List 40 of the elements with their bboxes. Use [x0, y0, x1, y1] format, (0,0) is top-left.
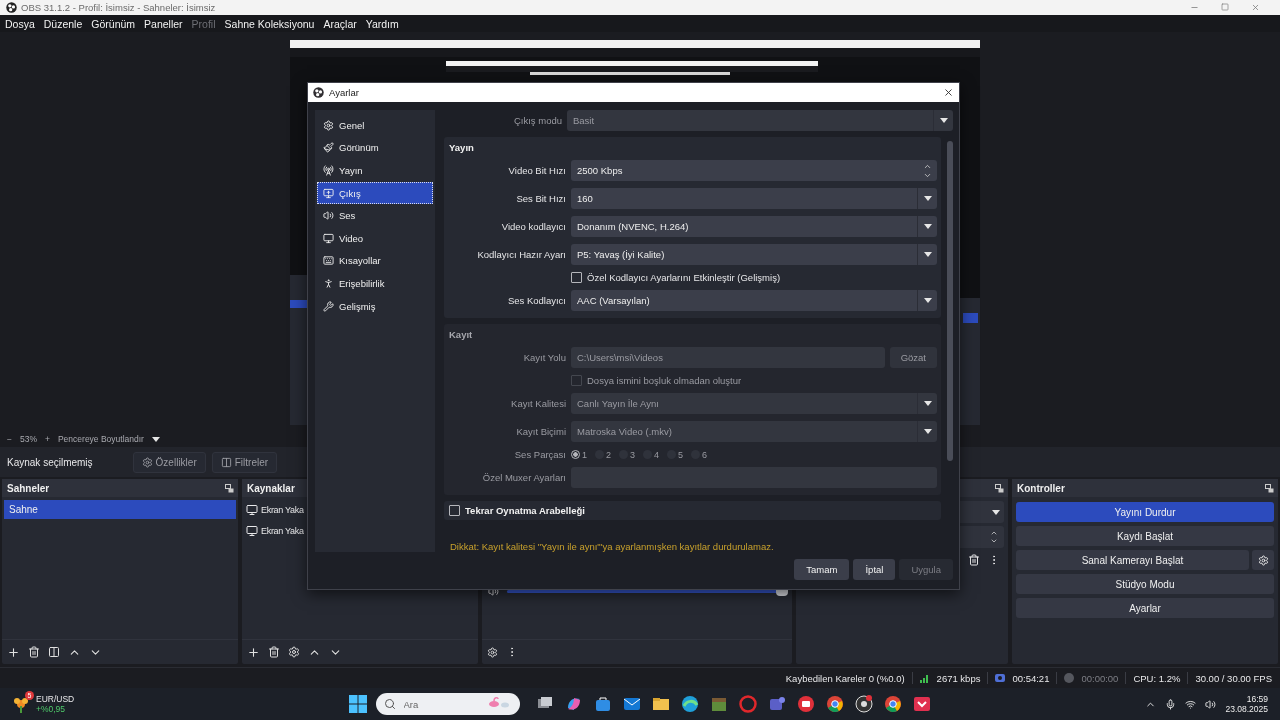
panel-title: Kaynaklar — [247, 482, 295, 494]
dialog-title: Ayarlar — [329, 87, 359, 98]
track-number: 3 — [630, 449, 636, 460]
field-label: Ses Parçası — [513, 449, 566, 460]
group-title: Kayıt — [448, 329, 474, 340]
track-number: 1 — [582, 449, 587, 460]
dropped-frames: Kaybedilen Kareler 0 (%0.0) — [785, 672, 905, 684]
track-number: 2 — [606, 449, 612, 460]
window-title: OBS 31.1.2 - Profil: İsimsiz - Sahneler: İsimsiz — [21, 2, 216, 13]
ticker-change: +%0,95 — [36, 704, 67, 714]
field-label: Kayıt Biçimi — [515, 426, 566, 437]
field-label: Kodlayıcı Hazır Ayarı — [476, 249, 566, 260]
checkbox-label: Özel Kodlayıcı Ayarlarını Etkinleştir (Gelişmiş) — [587, 272, 781, 283]
bitrate: 2671 kbps — [936, 672, 981, 684]
record-time: 00:00:00 — [1081, 672, 1119, 684]
track-number: 5 — [678, 449, 684, 460]
field-label: Ses Kodlayıcı — [506, 295, 566, 306]
checkbox-label: Dosya ismini boşluk olmadan oluştur — [587, 375, 742, 386]
cpu-usage: CPU: 1.2% — [1133, 672, 1181, 684]
field-label: Çıkış modu — [512, 115, 562, 126]
field-label: Kayıt Yolu — [522, 352, 566, 363]
stream-time: 00:54:21 — [1012, 672, 1050, 684]
zoom-level: 53% — [19, 434, 37, 444]
track-number: 6 — [702, 449, 708, 460]
group-title: Yayın — [448, 142, 475, 153]
field-label: Ses Bit Hızı — [515, 193, 566, 204]
panel-title: Sahneler — [7, 482, 50, 494]
clock-date: 23.08.2025 — [1225, 704, 1268, 714]
checkbox-label: Tekrar Oynatma Arabelleği — [465, 505, 585, 516]
field-label: Özel Muxer Ayarları — [481, 472, 566, 483]
ticker-symbol: EUR/USD — [36, 694, 75, 704]
fps: 30.00 / 30.00 FPS — [1195, 672, 1272, 684]
field-label: Kayıt Kalitesi — [510, 398, 566, 409]
panel-title: Kontroller — [1017, 482, 1065, 494]
source-status: Kaynak seçilmemiş — [7, 456, 93, 468]
field-label: Video Bit Hızı — [507, 165, 566, 176]
track-number: 4 — [654, 449, 660, 460]
clock-time: 16:59 — [1246, 694, 1268, 704]
warning-text: Dikkat: Kayıt kalitesi "Yayın ile aynı"'ya ayarlanmışken kayıtlar durdurulamaz. — [449, 540, 775, 552]
field-label: Video kodlayıcı — [500, 221, 566, 232]
